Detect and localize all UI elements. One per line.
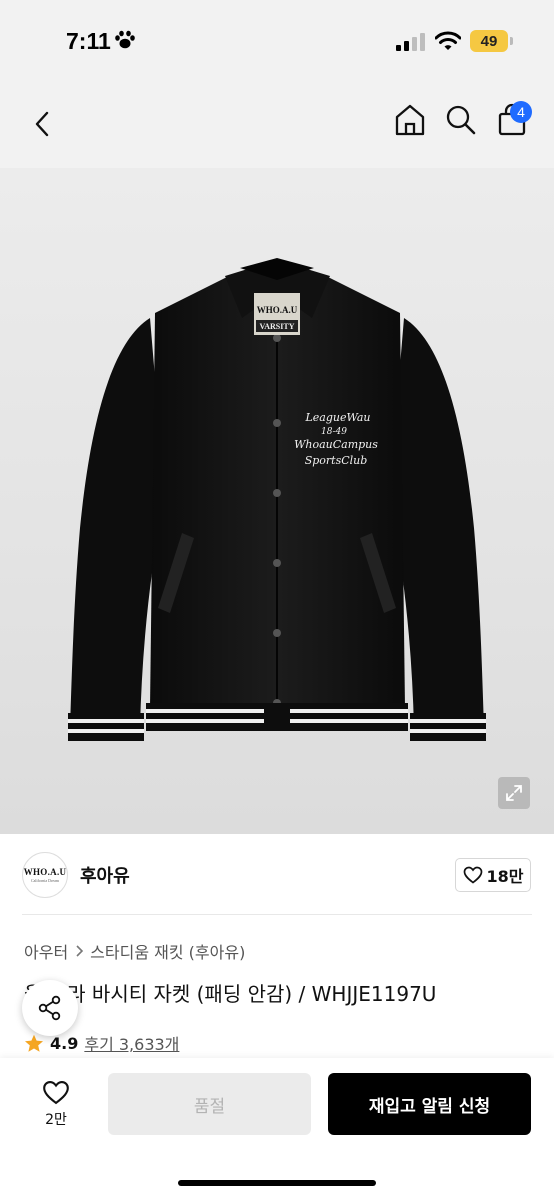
- search-button[interactable]: [441, 100, 481, 140]
- brand-logo-text: WHO.A.U: [23, 867, 67, 877]
- cart-badge: 4: [510, 101, 532, 123]
- heart-icon: [463, 866, 482, 884]
- status-bar: 7:11 49: [0, 0, 554, 84]
- battery-indicator: 49: [470, 30, 508, 52]
- product-image[interactable]: WHO.A.U VARSITY LeagueWau 18-49 WhoauCam…: [0, 168, 554, 834]
- breadcrumb-category[interactable]: 아우터: [24, 939, 68, 963]
- jacket-label-varsity: VARSITY: [260, 322, 295, 331]
- brand-logo-subtext: California Dream: [30, 878, 60, 883]
- divider: [22, 914, 532, 915]
- soldout-label: 품절: [193, 1096, 226, 1117]
- patch-line-4: SportsClub: [305, 454, 368, 467]
- status-time: 7:11: [66, 28, 111, 54]
- heart-icon: [43, 1080, 69, 1104]
- brand-name[interactable]: 후아유: [80, 862, 130, 888]
- review-link[interactable]: 후기 3,633개: [84, 1031, 179, 1055]
- wishlist-button[interactable]: 2만: [24, 1072, 88, 1136]
- brand-row: WHO.A.U California Dream 후아유 18만: [0, 834, 554, 914]
- star-icon: [25, 1034, 43, 1052]
- patch-line-3: WhoauCampus: [294, 438, 378, 451]
- patch-line-1: LeagueWau: [304, 411, 370, 424]
- brand-like-button[interactable]: 18만: [455, 858, 531, 892]
- restock-alert-button[interactable]: 재입고 알림 신청: [328, 1073, 531, 1135]
- breadcrumb-subcategory[interactable]: 스타디움 재킷 (후아유): [90, 939, 245, 963]
- chevron-right-icon: [76, 945, 84, 957]
- bottom-action-bar: 2만 품절 재입고 알림 신청: [0, 1058, 554, 1200]
- nav-bar: 4: [0, 84, 554, 258]
- breadcrumb: 아우터 스타디움 재킷 (후아유): [24, 939, 245, 963]
- battery-level: 49: [480, 32, 498, 50]
- varsity-jacket-image: WHO.A.U VARSITY LeagueWau 18-49 WhoauCam…: [68, 258, 486, 741]
- home-button[interactable]: [390, 100, 430, 140]
- home-icon: [395, 104, 425, 136]
- rating-value: 4.9: [50, 1033, 79, 1053]
- search-icon: [446, 105, 476, 135]
- product-title: 울 카라 바시티 자켓 (패딩 안감) / WHJJE1197U: [24, 982, 437, 1006]
- brand-logo[interactable]: WHO.A.U California Dream: [22, 852, 68, 898]
- brand-like-count: 18만: [486, 867, 524, 886]
- soldout-button: 품절: [108, 1073, 311, 1135]
- expand-image-button[interactable]: [498, 777, 530, 809]
- paw-icon: [115, 30, 135, 49]
- jacket-label-brand: WHO.A.U: [257, 305, 298, 315]
- share-icon: [38, 995, 61, 1021]
- restock-alert-label: 재입고 알림 신청: [368, 1096, 491, 1117]
- wifi-icon: [435, 31, 461, 50]
- battery-cap: [510, 37, 513, 45]
- cart-badge-count: 4: [517, 104, 525, 120]
- expand-icon: [506, 785, 522, 801]
- back-button[interactable]: [22, 104, 62, 144]
- home-indicator: [178, 1180, 376, 1186]
- share-button[interactable]: [22, 980, 78, 1036]
- signal-icon: [396, 33, 425, 51]
- chevron-left-icon: [35, 111, 49, 137]
- wishlist-count: 2만: [45, 1111, 67, 1128]
- patch-line-2: 18-49: [321, 427, 347, 437]
